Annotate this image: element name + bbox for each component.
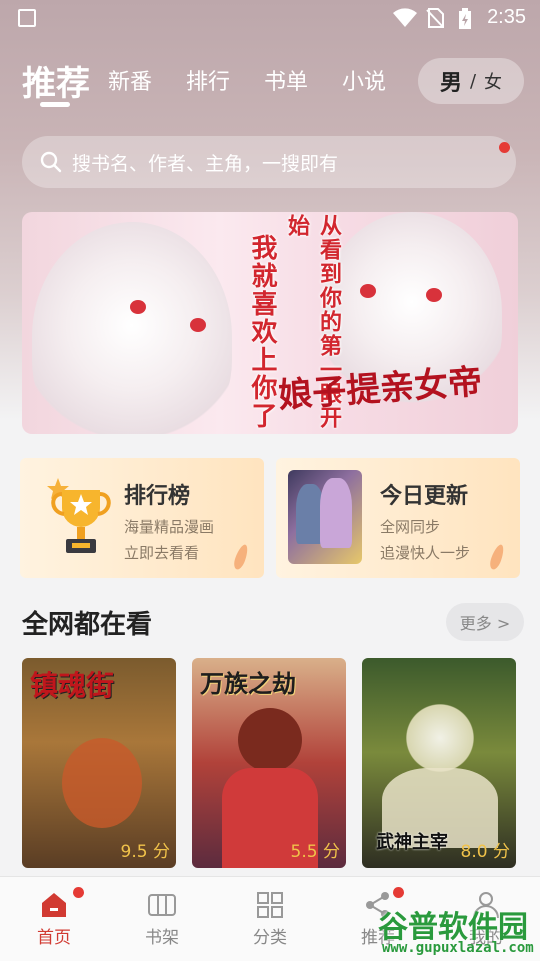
ranking-card-title: 排行榜: [124, 484, 191, 509]
today-update-card-line1: 全网同步: [380, 518, 441, 536]
tab-booklist[interactable]: 书单: [264, 64, 308, 96]
watermark: 谷普软件园 www.gupuxlazal.com: [368, 900, 540, 960]
flame-decoration: [231, 543, 251, 571]
search-placeholder: 搜书名、作者、主角，一搜即有: [72, 152, 339, 175]
trophy-icon: [47, 478, 111, 553]
nav-home-label: 首页: [37, 928, 71, 948]
home-badge: [73, 887, 84, 898]
comic-thumb: [288, 470, 362, 564]
gender-female[interactable]: 女: [484, 68, 502, 94]
nav-category-label: 分类: [253, 928, 287, 948]
wifi-icon: [393, 8, 417, 27]
active-tab-indicator: [40, 102, 70, 107]
home-icon: [42, 893, 66, 917]
nav-category[interactable]: 分类: [230, 891, 310, 948]
promo-banner[interactable]: 我就喜欢上你了 从看到你的第一眼开始 娘子提亲女帝: [22, 212, 518, 434]
comic-score: 5.5 分: [290, 842, 340, 862]
clock: 2:35: [487, 6, 526, 28]
comic-score: 8.0 分: [460, 842, 510, 862]
comic-title-art: 万族之劫: [200, 669, 296, 698]
banner-eye: [426, 288, 442, 302]
flame-decoration: [487, 543, 507, 571]
section-title: 全网都在看: [22, 610, 153, 640]
banner-eye: [360, 284, 376, 298]
comic-cover[interactable]: 武神主宰 8.0 分: [362, 658, 516, 868]
comic-score: 9.5 分: [120, 842, 170, 862]
banner-eye: [130, 300, 146, 314]
comic-cover[interactable]: 万族之劫 5.5 分: [192, 658, 346, 868]
ranking-card-line2: 立即去看看: [124, 544, 200, 562]
bookshelf-icon: [148, 894, 176, 916]
search-icon: [40, 151, 62, 173]
more-button[interactable]: 更多 >: [446, 603, 524, 641]
today-update-card-title: 今日更新: [380, 484, 469, 509]
comic-title-art: 武神主宰: [376, 832, 448, 853]
gender-toggle[interactable]: 男 / 女: [418, 58, 524, 104]
comic-title-art: 镇魂街: [30, 669, 115, 702]
search-bar[interactable]: 搜书名、作者、主角，一搜即有: [22, 136, 516, 188]
recommend-badge: [393, 887, 404, 898]
today-update-card[interactable]: 今日更新 全网同步 追漫快人一步: [276, 458, 520, 578]
banner-text-1: 我就喜欢上你了: [247, 234, 277, 430]
nav-bookshelf-label: 书架: [145, 928, 179, 948]
gender-separator: /: [469, 70, 477, 92]
ranking-card-line1: 海量精品漫画: [124, 518, 215, 536]
notification-dot: [499, 142, 510, 153]
tab-novel[interactable]: 小说: [342, 64, 386, 96]
grid-icon: [257, 892, 283, 918]
banner-eye: [190, 318, 206, 332]
tab-recommend[interactable]: 推荐: [22, 56, 90, 105]
photo-icon: [18, 9, 36, 27]
no-sim-icon: [426, 8, 444, 28]
status-bar: 2:35: [0, 0, 540, 36]
watermark-url: www.gupuxlazal.com: [382, 940, 534, 956]
today-update-card-line2: 追漫快人一步: [380, 544, 471, 562]
ranking-card[interactable]: 排行榜 海量精品漫画 立即去看看: [20, 458, 264, 578]
battery-charging-icon: [459, 8, 471, 29]
nav-home[interactable]: 首页: [14, 887, 94, 948]
tab-ranking[interactable]: 排行: [186, 64, 230, 96]
comic-cover[interactable]: 镇魂街 9.5 分: [22, 658, 176, 868]
tab-new[interactable]: 新番: [108, 64, 152, 96]
nav-bookshelf[interactable]: 书架: [122, 891, 202, 948]
gender-male[interactable]: 男: [440, 65, 462, 97]
